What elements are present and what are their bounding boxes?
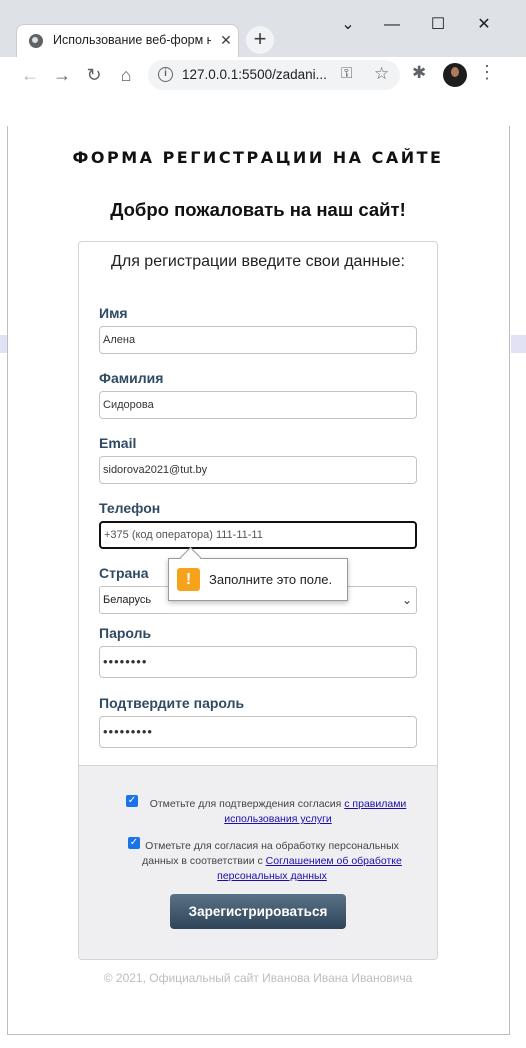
copyright-footer: © 2021, Официальный сайт Иванова Ивана И… — [103, 971, 413, 985]
register-button[interactable]: Зарегистрироваться — [170, 894, 346, 929]
background-stripe — [511, 335, 526, 353]
first-name-input[interactable]: Алена — [99, 326, 417, 354]
extensions-icon[interactable]: ✱ — [412, 63, 426, 83]
password-label: Пароль — [99, 625, 152, 641]
chevron-down-icon: ⌄ — [401, 593, 412, 607]
tab-close-icon[interactable]: ✕ — [217, 31, 235, 49]
background-stripe — [0, 335, 7, 353]
globe-icon — [29, 34, 43, 48]
home-icon[interactable]: ⌂ — [113, 62, 139, 88]
last-name-input[interactable]: Сидорова — [99, 391, 417, 419]
close-window-button[interactable]: ✕ — [472, 14, 496, 38]
warning-icon: ! — [177, 568, 200, 591]
toolbar-spacer — [0, 93, 526, 126]
new-tab-button[interactable]: + — [246, 26, 274, 54]
site-title: ФОРМА РЕГИСТРАЦИИ НА САЙТЕ — [72, 148, 444, 167]
profile-avatar[interactable] — [443, 63, 467, 87]
terms-checkbox[interactable]: ✓ — [126, 795, 138, 807]
menu-icon[interactable]: ⋮ — [478, 62, 496, 83]
first-name-label: Имя — [99, 305, 128, 321]
phone-input[interactable]: +375 (код оператора) 111-11-11 — [99, 521, 417, 549]
reload-icon[interactable]: ↻ — [81, 62, 107, 88]
browser-toolbar: ← → ↻ ⌂ i 127.0.0.1:5500/zadani... ⚿ ☆ ✱… — [0, 57, 526, 93]
validation-message: Заполните это поле. — [209, 572, 333, 587]
form-intro: Для регистрации введите свои данные: — [111, 253, 405, 270]
browser-tab[interactable]: Использование веб-форм на ✕ — [16, 24, 239, 57]
browser-chrome: Использование веб-форм на ✕ + ⌄ — ☐ ✕ ← … — [0, 0, 526, 126]
address-url[interactable]: 127.0.0.1:5500/zadani... — [182, 67, 337, 82]
terms-consent: Отметьте для подтверждения согласия с пр… — [140, 797, 416, 827]
tab-title: Использование веб-форм на — [53, 33, 211, 47]
email-input[interactable]: sidorova2021@tut.by — [99, 456, 417, 484]
terms-text: Отметьте для подтверждения согласия — [149, 798, 342, 810]
password-confirm-input[interactable]: ••••••••• — [99, 716, 417, 748]
tab-search-icon[interactable]: ⌄ — [336, 14, 360, 38]
validation-tooltip: ! Заполните это поле. — [168, 558, 348, 601]
country-label: Страна — [99, 565, 149, 581]
forward-icon[interactable]: → — [49, 62, 75, 88]
address-bar[interactable]: i 127.0.0.1:5500/zadani... ⚿ ☆ — [148, 60, 400, 90]
privacy-consent: Отметьте для согласия на обработку персо… — [128, 839, 416, 884]
password-confirm-label: Подтвердите пароль — [99, 695, 245, 711]
email-label: Email — [99, 435, 137, 451]
info-icon[interactable]: i — [158, 67, 173, 82]
phone-label: Телефон — [99, 500, 161, 516]
star-icon[interactable]: ☆ — [374, 64, 389, 84]
minimize-button[interactable]: — — [380, 14, 404, 38]
key-icon[interactable]: ⚿ — [341, 65, 352, 82]
maximize-button[interactable]: ☐ — [426, 14, 450, 38]
last-name-label: Фамилия — [99, 370, 164, 386]
password-input[interactable]: •••••••• — [99, 646, 417, 678]
country-selected-value: Беларусь — [103, 594, 152, 606]
back-icon[interactable]: ← — [17, 62, 43, 88]
welcome-heading: Добро пожаловать на наш сайт! — [110, 199, 406, 220]
